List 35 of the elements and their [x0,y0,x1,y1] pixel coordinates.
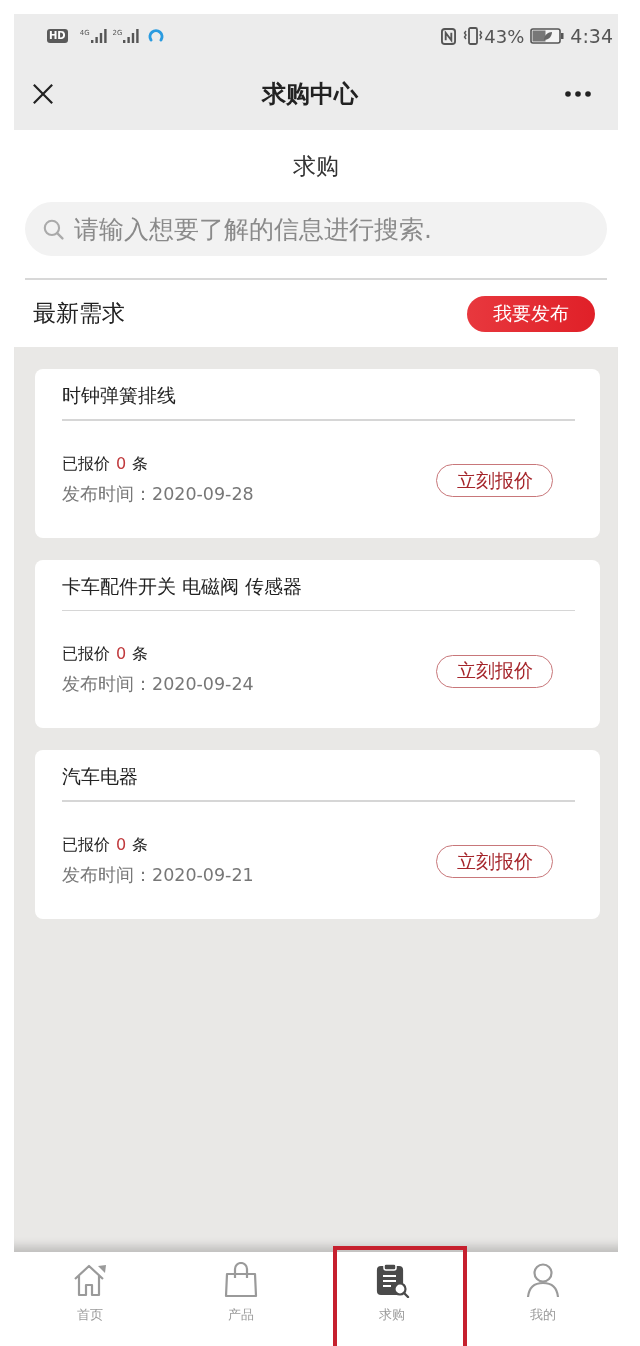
quote-now-button[interactable]: 立刻报价 [436,654,553,688]
tab-bar-item[interactable]: 产品 [165,1252,316,1346]
hd-badge: HD [47,29,68,43]
request-title: 汽车电器 [62,765,139,787]
vibrate-icon [463,27,484,45]
publish-button[interactable]: 我要发布 [467,295,595,332]
quote-count-text: 已报价 0 条 [62,833,149,856]
person-icon [524,1262,561,1298]
close-icon[interactable] [32,83,54,105]
signal-icon [90,29,107,43]
request-title: 时钟弹簧排线 [62,384,177,406]
signal-icon [123,29,140,43]
tab-bar-item[interactable]: 求购 [316,1252,467,1346]
shopping-bag-icon [222,1262,259,1298]
quote-now-button[interactable]: 立刻报价 [436,464,553,497]
tab-bar-item[interactable]: 我的 [467,1252,618,1346]
quote-count-text: 已报价 0 条 [62,643,149,665]
publish-date-text: 发布时间：2020-09-28 [62,482,254,506]
battery-icon [530,28,565,44]
publish-date-text: 发布时间：2020-09-24 [62,673,254,696]
search-icon [43,219,64,240]
tab-bar-item[interactable]: 首页 [14,1252,165,1346]
more-icon[interactable] [565,91,591,97]
quote-now-button[interactable]: 立刻报价 [436,845,553,878]
battery-percent: 43% [484,25,525,47]
request-title: 卡车配件开关 电磁阀 传感器 [62,574,304,597]
publish-date-text: 发布时间：2020-09-21 [62,863,254,887]
nfc-icon [441,27,457,45]
search-field[interactable]: 请输入想要了解的信息进行搜索. [25,202,607,256]
quote-count-text: 已报价 0 条 [62,452,149,475]
loading-ring-icon [148,28,165,44]
clock-time: 4:34 [570,25,613,47]
section-title: 最新需求 [33,299,125,328]
page-title: 求购 [293,152,339,180]
nav-title: 求购中心 [261,79,358,110]
